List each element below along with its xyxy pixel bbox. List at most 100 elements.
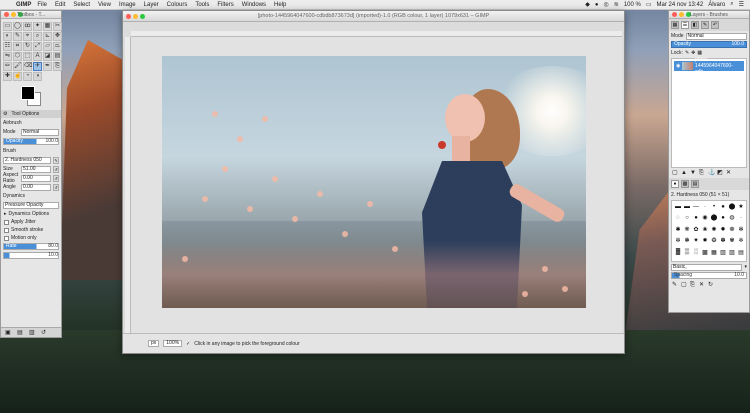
rate-slider[interactable]: Rate 80.0 [3,243,59,250]
brush-swatch-icon[interactable]: ❋ [683,226,691,233]
dropbox-icon[interactable]: ◆ [585,1,590,8]
eraser-tool-icon[interactable]: ⌫ [23,62,32,71]
menu-help[interactable]: Help [274,2,286,8]
lock-alpha-icon[interactable]: ▦ [697,50,702,56]
brush-swatch-icon[interactable]: ❁ [728,226,736,233]
clock[interactable]: Mar 24 nov 13:42 [657,2,704,8]
edit-brush-icon[interactable]: ✎ [672,282,678,288]
airbrush-tool-icon[interactable]: ✈ [33,62,42,71]
dynamics-options-expander-icon[interactable]: ▸ [4,211,7,217]
raise-layer-icon[interactable]: ▲ [681,170,687,176]
dodge-tool-icon[interactable]: ◑ [33,72,42,81]
paths-tool-icon[interactable]: ✎ [13,32,22,41]
menu-windows[interactable]: Windows [242,2,266,8]
brush-swatch-icon[interactable]: ▨ [728,249,736,256]
fuzzy-select-tool-icon[interactable]: ✦ [33,22,42,31]
brush-swatch-icon[interactable]: ✸ [701,237,709,244]
bucket-fill-tool-icon[interactable]: ◪ [43,52,52,61]
app-menu-gimp[interactable]: GIMP [16,2,31,8]
brushes-tab-icon[interactable]: ● [671,180,679,188]
brush-swatch-icon[interactable]: ◉ [701,214,709,221]
menu-layer[interactable]: Layer [144,2,159,8]
layer-name[interactable]: photo-1445964047600-cdb... [695,57,744,75]
battery-percent[interactable]: 100 % [624,2,641,8]
blend-tool-icon[interactable]: ▤ [53,52,62,61]
new-layer-icon[interactable]: ▢ [672,170,678,176]
brush-swatch-icon[interactable]: ▩ [701,249,709,256]
paintbrush-tool-icon[interactable]: 🖌 [13,62,22,71]
rect-select-tool-icon[interactable]: ▭ [3,22,12,31]
smooth-stroke-checkbox[interactable] [4,227,9,233]
brush-select[interactable]: 2. Hardness 050 [3,156,51,164]
brush-swatch-icon[interactable]: ❂ [710,237,718,244]
clone-tool-icon[interactable]: ⎘ [53,62,62,71]
user-name[interactable]: Álvaro [708,2,725,8]
brush-swatch-icon[interactable]: ⬤ [728,203,736,210]
unified-transform-tool-icon[interactable]: ⬚ [23,52,32,61]
dynamics-select[interactable]: Pressure Opacity [3,201,59,209]
perspective-tool-icon[interactable]: ⏢ [53,42,62,51]
lock-pixels-icon[interactable]: ✎ [685,50,689,56]
sync-icon[interactable]: ◎ [604,1,609,8]
anchor-layer-icon[interactable]: ⚓ [708,170,715,176]
brush-swatch-icon[interactable]: ▬ [674,203,682,210]
layers-tab-icon[interactable]: ☰ [681,21,689,29]
layer-visibility-icon[interactable]: ◉ [676,63,680,69]
delete-brush-icon[interactable]: ✕ [699,282,705,288]
zoom-select[interactable]: 100% [163,340,183,347]
free-select-tool-icon[interactable]: ꝏ [23,22,32,31]
scissors-tool-icon[interactable]: ✂ [53,22,62,31]
reset-options-icon[interactable]: ↺ [41,330,47,336]
brush-swatch-icon[interactable]: ▤ [737,249,745,256]
angle-reset-icon[interactable]: ↺ [53,183,59,191]
gradients-tab-icon[interactable]: ▤ [691,180,699,188]
brush-swatch-icon[interactable]: ❄ [737,237,745,244]
pencil-tool-icon[interactable]: ✏ [3,62,12,71]
brush-swatch-icon[interactable]: ✼ [674,237,682,244]
tag-dropdown-icon[interactable]: ▾ [744,264,747,270]
align-tool-icon[interactable]: ☷ [3,42,12,51]
lock-position-icon[interactable]: ✥ [691,50,695,56]
brush-swatch-icon[interactable]: ✿ [692,226,700,233]
brush-swatch-icon[interactable]: ✹ [719,226,727,233]
channels-tab-icon[interactable]: ◧ [691,21,699,29]
ellipse-select-tool-icon[interactable]: ◯ [13,22,22,31]
move-tool-icon[interactable]: ✥ [53,32,62,41]
rotate-tool-icon[interactable]: ↻ [23,42,32,51]
angle-input[interactable]: 0.00 [21,183,51,191]
brush-edit-icon[interactable]: ✎ [53,156,59,164]
smudge-tool-icon[interactable]: ☝ [13,72,22,81]
menu-file[interactable]: File [37,2,47,8]
delete-options-icon[interactable]: ▥ [29,330,35,336]
size-input[interactable]: 51.00 [21,165,51,173]
layer-opacity-slider[interactable]: Opacity 100.0 [671,41,747,48]
scale-tool-icon[interactable]: ⤢ [33,42,42,51]
brush-swatch-icon[interactable]: ⬤ [710,214,718,221]
measure-tool-icon[interactable]: ⊾ [43,32,52,41]
new-brush-icon[interactable]: ▢ [681,282,687,288]
blur-tool-icon[interactable]: ◔ [23,72,32,81]
flip-tool-icon[interactable]: ⇋ [3,52,12,61]
menu-colours[interactable]: Colours [167,2,188,8]
refresh-brushes-icon[interactable]: ↻ [708,282,714,288]
dynamics-options-label[interactable]: Dynamics Options [9,211,50,217]
zoom-tool-icon[interactable]: ⌕ [33,32,42,41]
brush-swatch-icon[interactable]: ✽ [719,237,727,244]
duplicate-layer-icon[interactable]: ⎘ [699,170,705,176]
brush-swatch-icon[interactable]: ● [719,203,727,210]
menu-view[interactable]: View [98,2,111,8]
brush-swatch-icon[interactable]: ❀ [701,226,709,233]
flow-slider[interactable]: 10.0 [3,252,59,259]
save-options-icon[interactable]: ▣ [5,330,11,336]
text-tool-icon[interactable]: A [33,52,42,61]
crop-tool-icon[interactable]: ⌗ [13,42,22,51]
foreground-color-swatch[interactable] [21,86,35,100]
brush-swatch-icon[interactable]: ▒ [683,249,691,256]
tool-options-icon[interactable]: ⚙ [3,111,7,117]
brush-swatch-icon[interactable]: ✺ [710,226,718,233]
menu-filters[interactable]: Filters [217,2,233,8]
motion-only-checkbox[interactable] [4,235,9,241]
patterns-tab-icon[interactable]: ▩ [681,180,689,188]
brush-swatch-icon[interactable]: ★ [737,203,745,210]
mode-select[interactable]: Normal [21,128,59,136]
